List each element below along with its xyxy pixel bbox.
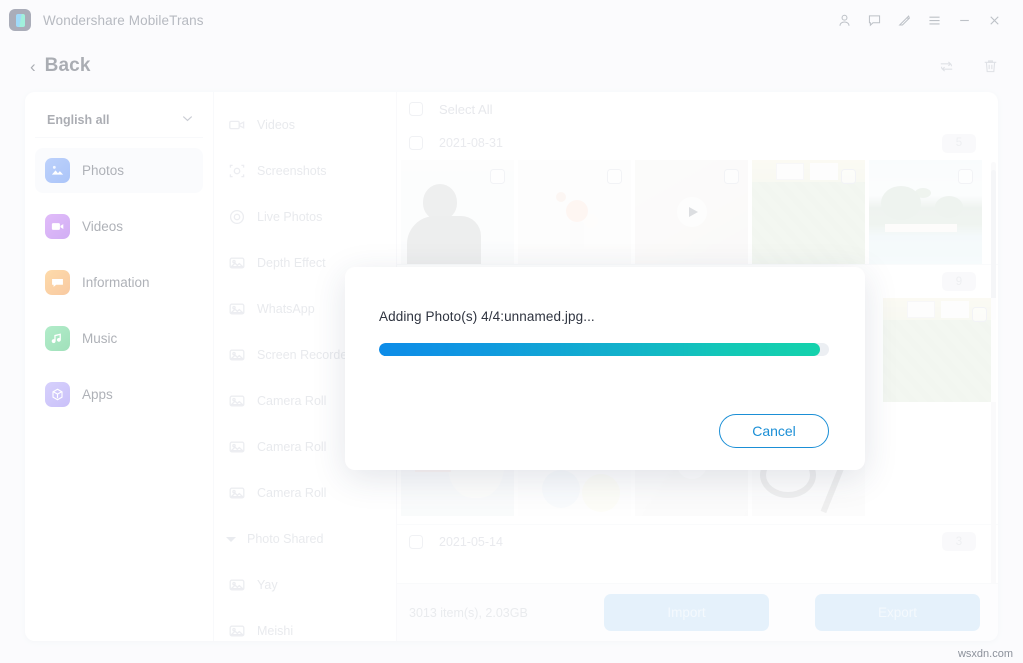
dialog-actions: Cancel [379, 414, 829, 448]
app-window: Wondershare MobileTrans [0, 0, 1023, 663]
progress-dialog: Adding Photo(s) 4/4:unnamed.jpg... Cance… [345, 267, 865, 470]
watermark: wsxdn.com [957, 648, 1013, 660]
progress-message: Adding Photo(s) 4/4:unnamed.jpg... [379, 309, 595, 324]
progress-bar-fill [379, 343, 820, 356]
progress-bar-track [379, 343, 829, 356]
cancel-button[interactable]: Cancel [719, 414, 829, 448]
